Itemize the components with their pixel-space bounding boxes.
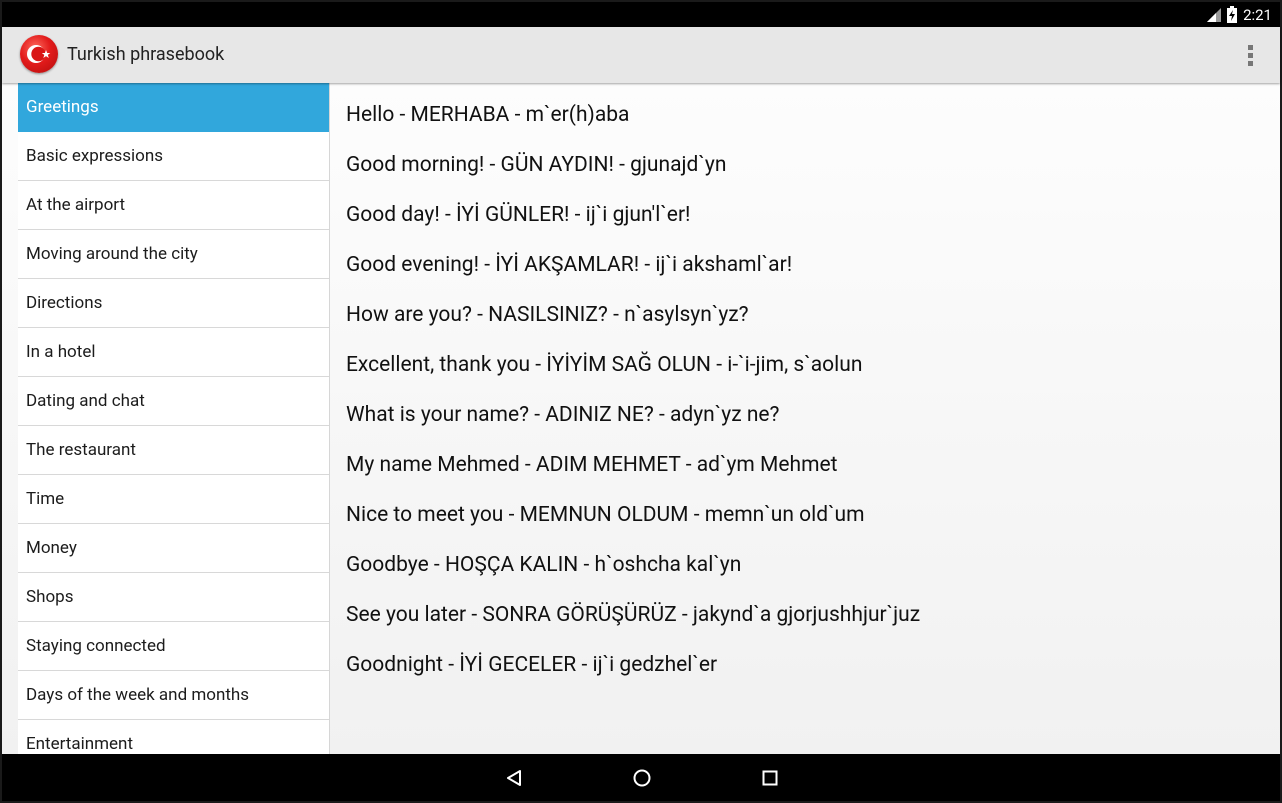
status-bar: 2:21 xyxy=(2,2,1280,27)
sidebar-item[interactable]: Money xyxy=(18,524,329,573)
phrase-item[interactable]: See you later - SONRA GÖRÜŞÜRÜZ - jakynd… xyxy=(346,590,1266,640)
phrase-item[interactable]: What is your name? - ADINIZ NE? - adyn`y… xyxy=(346,390,1266,440)
home-icon[interactable] xyxy=(612,754,672,801)
signal-icon xyxy=(1207,7,1222,22)
sidebar-item[interactable]: In a hotel xyxy=(18,328,329,377)
app-bar: Turkish phrasebook xyxy=(2,27,1280,83)
phrase-item[interactable]: How are you? - NASILSINIZ? - n`asylsyn`y… xyxy=(346,290,1266,340)
turkish-flag-icon xyxy=(20,35,58,73)
navigation-bar xyxy=(2,754,1280,801)
sidebar-item[interactable]: Basic expressions xyxy=(18,132,329,181)
sidebar-item[interactable]: The restaurant xyxy=(18,426,329,475)
status-time: 2:21 xyxy=(1243,5,1272,24)
sidebar-item[interactable]: Time xyxy=(18,475,329,524)
device-frame: 2:21 Turkish phrasebook Greetings Basic e… xyxy=(0,0,1282,803)
sidebar-item[interactable]: At the airport xyxy=(18,181,329,230)
recents-icon[interactable] xyxy=(740,754,800,801)
battery-icon xyxy=(1227,6,1238,23)
sidebar-item[interactable]: Entertainment xyxy=(18,720,329,754)
phrase-item[interactable]: Goodbye - HOŞÇA KALIN - h`oshcha kal`yn xyxy=(346,540,1266,590)
sidebar-item[interactable]: Days of the week and months xyxy=(18,671,329,720)
phrase-item[interactable]: Good morning! - GÜN AYDIN! - gjunajd`yn xyxy=(346,140,1266,190)
main-content: Greetings Basic expressions At the airport… xyxy=(2,83,1280,754)
phrase-item[interactable]: Good evening! - İYİ AKŞAMLAR! - ij`i aks… xyxy=(346,240,1266,290)
sidebar-item[interactable]: Staying connected xyxy=(18,622,329,671)
phrase-item[interactable]: Goodnight - İYİ GECELER - ij`i gedzhel`e… xyxy=(346,640,1266,690)
phrase-item[interactable]: My name Mehmed - ADIM MEHMET - ad`ym Meh… xyxy=(346,440,1266,490)
sidebar-item[interactable]: Directions xyxy=(18,279,329,328)
phrase-item[interactable]: Hello - MERHABA - m`er(h)aba xyxy=(346,90,1266,140)
back-icon[interactable] xyxy=(484,754,544,801)
phrase-item[interactable]: Nice to meet you - MEMNUN OLDUM - memn`u… xyxy=(346,490,1266,540)
status-icons: 2:21 xyxy=(1207,2,1272,27)
app-title: Turkish phrasebook xyxy=(67,44,225,65)
sidebar-item[interactable]: Moving around the city xyxy=(18,230,329,279)
category-list[interactable]: Greetings Basic expressions At the airport… xyxy=(18,83,330,754)
phrase-list: Hello - MERHABA - m`er(h)aba Good morning… xyxy=(346,90,1266,690)
overflow-menu-icon[interactable] xyxy=(1240,41,1260,69)
phrase-item[interactable]: Excellent, thank you - İYİYİM SAĞ OLUN -… xyxy=(346,340,1266,390)
sidebar-item[interactable]: Dating and chat xyxy=(18,377,329,426)
sidebar-item[interactable]: Shops xyxy=(18,573,329,622)
phrase-item[interactable]: Good day! - İYİ GÜNLER! - ij`i gjun'l`er… xyxy=(346,190,1266,240)
sidebar-item[interactable]: Greetings xyxy=(18,83,329,132)
